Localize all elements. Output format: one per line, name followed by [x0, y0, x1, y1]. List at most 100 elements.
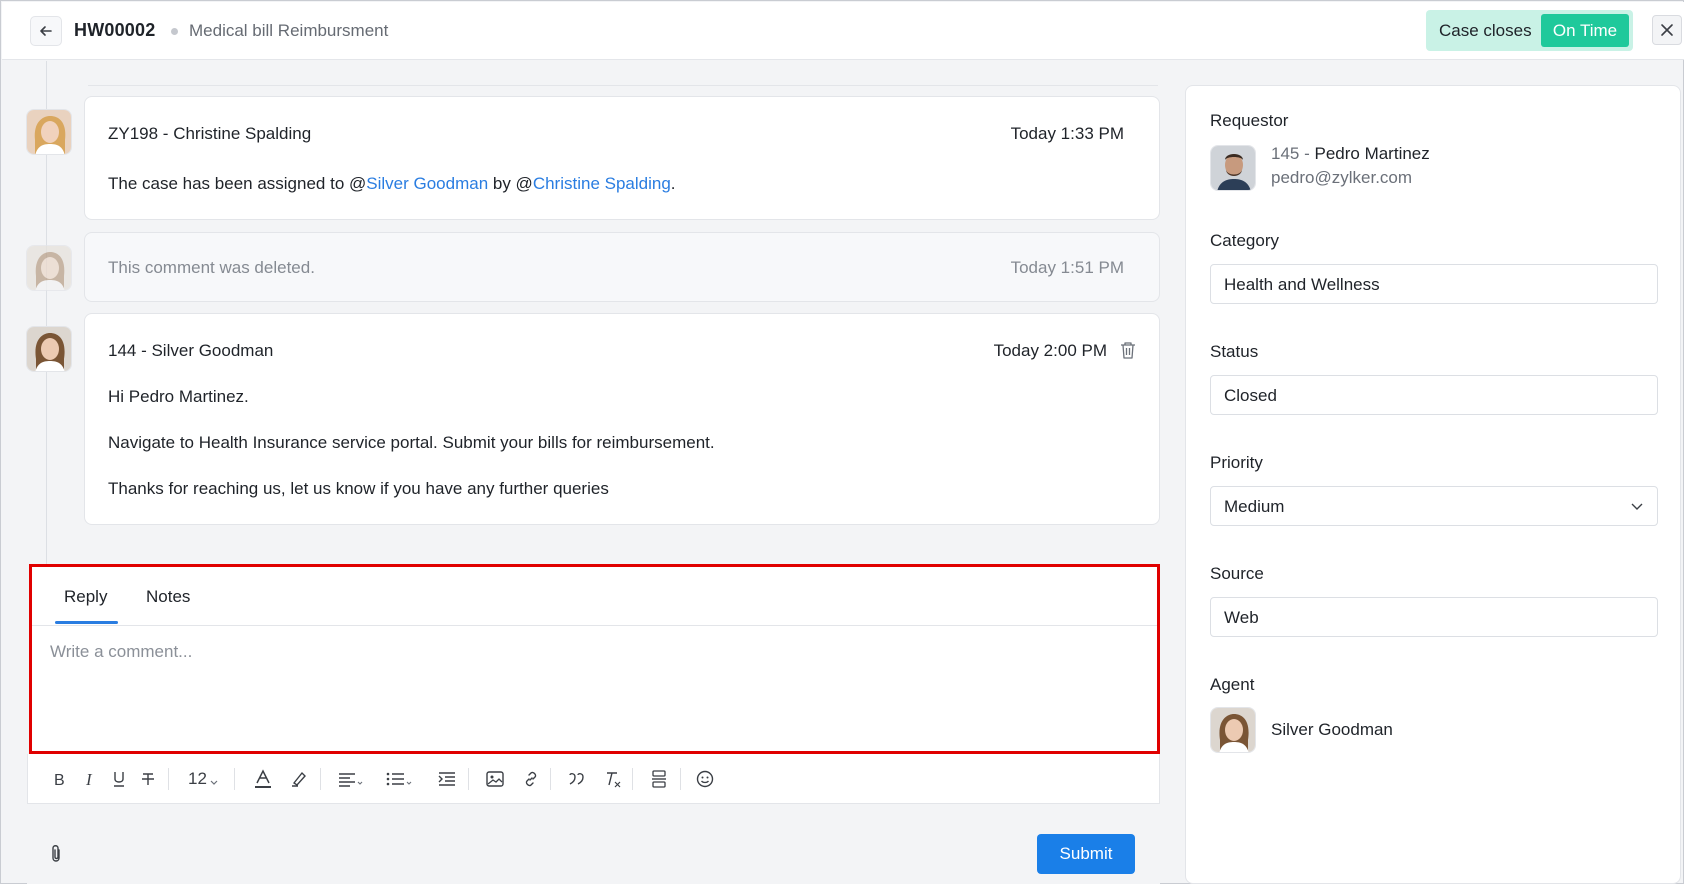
separator-dot — [171, 28, 178, 35]
person-avatar-icon — [27, 110, 71, 154]
clear-format-button[interactable] — [602, 766, 624, 792]
image-icon — [486, 771, 504, 787]
clear-format-icon — [607, 772, 621, 788]
caret-down-icon — [210, 780, 218, 785]
list-icon — [386, 772, 412, 786]
toolbar-divider — [320, 768, 321, 790]
font-color-button[interactable] — [252, 766, 274, 792]
source-field[interactable]: Web — [1210, 597, 1658, 637]
insert-divider-button[interactable] — [648, 766, 670, 792]
align-button[interactable] — [338, 766, 364, 792]
requestor-name: Pedro Martinez — [1314, 144, 1430, 163]
timeline-card: 144 - Silver Goodman Today 2:00 PM Hi Pe… — [84, 313, 1160, 525]
status-field[interactable]: Closed — [1210, 375, 1658, 415]
chevron-down-icon — [1631, 503, 1643, 510]
reply-editor: Reply Notes — [29, 564, 1160, 754]
message-line: Navigate to Health Insurance service por… — [108, 433, 715, 452]
card-time: Today 1:51 PM — [1010, 258, 1124, 277]
horizontal-rule-icon — [652, 770, 666, 788]
quote-button[interactable] — [566, 766, 588, 792]
editor-footer: Submit — [27, 804, 1160, 884]
underline-icon — [114, 772, 124, 787]
on-time-status: On Time — [1541, 14, 1629, 47]
priority-select[interactable]: Medium — [1210, 486, 1658, 526]
category-value: Health and Wellness — [1224, 275, 1380, 294]
card-time: Today 2:00 PM — [993, 341, 1107, 360]
italic-button[interactable]: I — [79, 766, 101, 792]
assign-text-suffix: . — [670, 174, 676, 193]
case-title: Medical bill Reimbursment — [189, 21, 389, 40]
person-avatar-icon — [1211, 708, 1255, 752]
assign-text-prefix: The case has been assigned to @ — [108, 174, 367, 193]
highlight-button[interactable] — [288, 766, 310, 792]
link-icon — [525, 771, 537, 787]
tab-reply[interactable]: Reply — [64, 587, 107, 607]
underline-button[interactable] — [108, 766, 130, 792]
emoji-icon — [696, 770, 714, 788]
paperclip-icon — [52, 845, 60, 862]
close-button[interactable] — [1652, 15, 1682, 45]
message-line: Thanks for reaching us, let us know if y… — [108, 479, 609, 498]
card-text: The case has been assigned to @Silver Go… — [108, 174, 676, 194]
mention-link[interactable]: Silver Goodman — [366, 174, 488, 193]
emoji-button[interactable] — [694, 766, 716, 792]
requestor-id-line: 145 - Pedro Martinez — [1271, 144, 1430, 164]
font-size-select[interactable]: 12 — [188, 766, 218, 792]
svg-text:B: B — [54, 772, 65, 787]
category-label: Category — [1210, 231, 1279, 250]
comment-input[interactable] — [32, 626, 1157, 751]
card-time: Today 1:33 PM — [1010, 124, 1124, 143]
app-frame: HW00002 Medical bill Reimbursment Case c… — [0, 0, 1684, 884]
align-left-icon — [339, 773, 363, 787]
insert-link-button[interactable] — [520, 766, 542, 792]
case-details-panel: Requestor 145 - Pedro Martinez pedro@zyl… — [1185, 85, 1681, 884]
avatar — [26, 245, 72, 291]
tab-notes[interactable]: Notes — [146, 587, 190, 607]
submit-button[interactable]: Submit — [1037, 834, 1135, 874]
toolbar-divider — [168, 768, 169, 790]
formatting-toolbar: B I 12 — [27, 754, 1160, 804]
requestor-id: 145 - — [1271, 144, 1315, 163]
category-field[interactable]: Health and Wellness — [1210, 264, 1658, 304]
previous-card-edge — [88, 61, 1158, 86]
source-label: Source — [1210, 564, 1264, 583]
agent-label: Agent — [1210, 675, 1255, 694]
back-button[interactable] — [30, 16, 62, 46]
toolbar-divider — [234, 768, 235, 790]
italic-icon: I — [85, 771, 93, 787]
strikethrough-icon — [142, 773, 154, 785]
bold-button[interactable]: B — [48, 766, 70, 792]
agent-name: Silver Goodman — [1271, 720, 1393, 739]
highlighter-icon — [292, 771, 306, 787]
requestor-avatar — [1210, 145, 1256, 191]
person-avatar-icon — [1211, 146, 1255, 190]
mention-link[interactable]: Christine Spalding — [533, 174, 671, 193]
list-button[interactable] — [386, 766, 414, 792]
attach-button[interactable] — [49, 844, 69, 868]
trash-icon[interactable] — [1120, 341, 1136, 359]
toolbar-divider — [680, 768, 681, 790]
case-id: HW00002 — [74, 20, 156, 40]
deleted-comment-text: This comment was deleted. — [108, 258, 315, 277]
indent-icon — [438, 772, 455, 786]
priority-value: Medium — [1224, 497, 1285, 516]
message-line: Hi Pedro Martinez. — [108, 387, 249, 406]
priority-label: Priority — [1210, 453, 1263, 472]
case-header: HW00002 Medical bill Reimbursment Case c… — [2, 2, 1684, 60]
card-author: 144 - Silver Goodman — [108, 341, 274, 360]
toolbar-divider — [632, 768, 633, 790]
font-size-value: 12 — [188, 769, 207, 788]
strikethrough-button[interactable] — [137, 766, 159, 792]
close-icon — [1661, 24, 1673, 36]
toolbar-divider — [468, 768, 469, 790]
svg-text:I: I — [85, 771, 93, 787]
insert-image-button[interactable] — [484, 766, 506, 792]
toolbar-divider — [550, 768, 551, 790]
avatar — [26, 326, 72, 372]
case-closes-label: Case closes — [1439, 20, 1532, 40]
indent-button[interactable] — [436, 766, 458, 792]
person-avatar-icon — [27, 327, 71, 371]
active-tab-indicator — [55, 621, 118, 624]
bold-icon: B — [54, 772, 65, 787]
avatar — [26, 109, 72, 155]
